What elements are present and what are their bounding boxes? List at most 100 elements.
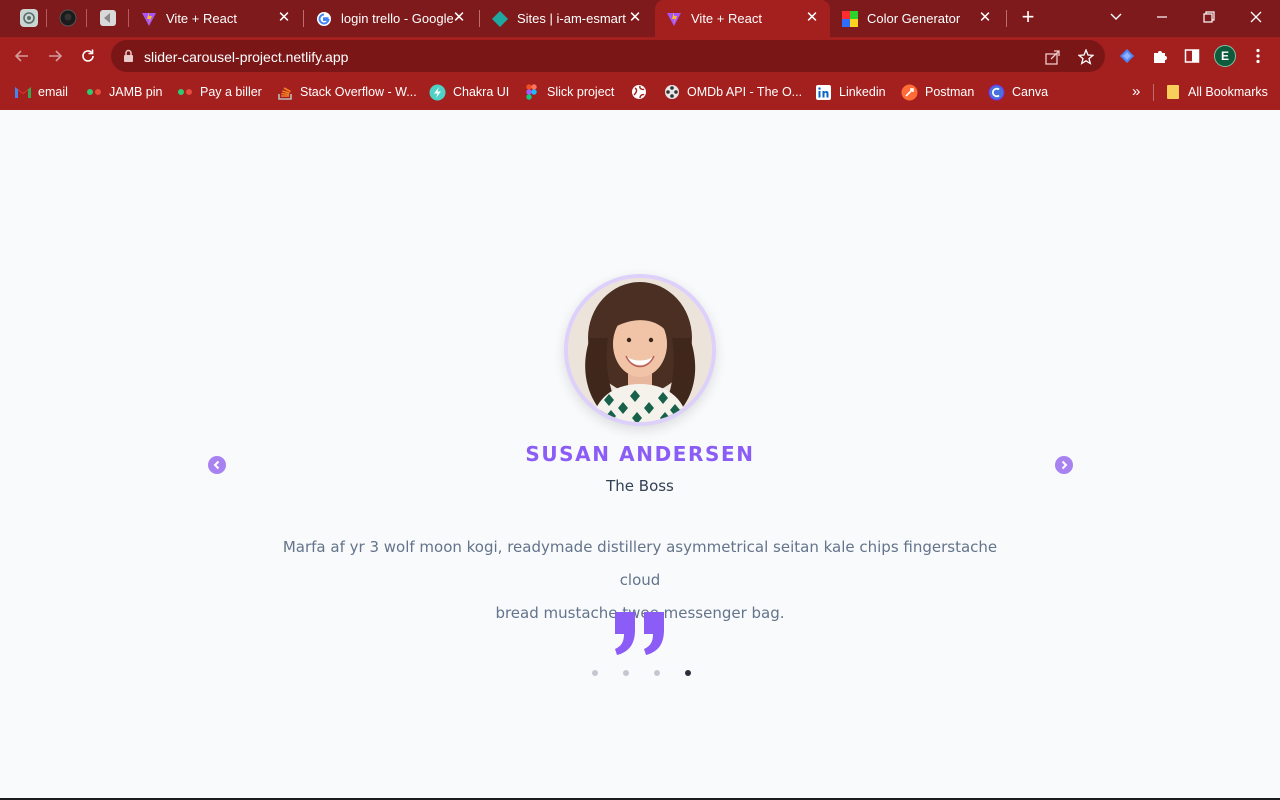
dots-icon (85, 84, 102, 101)
reload-icon (82, 49, 94, 62)
chatgpt-icon (20, 9, 38, 27)
person-name: SUSAN ANDERSEN (525, 442, 755, 466)
person-title: The Boss (606, 477, 674, 495)
reload-button[interactable] (76, 44, 100, 68)
minimize-icon (1157, 16, 1167, 18)
bookmark-chakra-ui[interactable]: Chakra UI (429, 82, 509, 102)
person-image (564, 274, 716, 426)
figma-icon (523, 84, 540, 101)
side-panel-button[interactable] (1182, 46, 1202, 66)
tab-color-generator[interactable]: Color Generator ✕ (831, 0, 1003, 37)
tab-title: login trello - Google (341, 11, 453, 26)
new-tab-button[interactable]: + (1016, 6, 1040, 30)
share-icon (1045, 50, 1060, 65)
bookmark-label: Stack Overflow - W... (300, 85, 417, 99)
tab-separator (1006, 10, 1007, 27)
bookmark-omdb-api[interactable]: OMDb API - The O... (663, 82, 802, 102)
tab-strip: Vite + React ✕ login trello - Google ✕ S… (0, 0, 1280, 37)
bookmark-globe[interactable] (630, 82, 654, 102)
bookmark-label: Postman (925, 85, 975, 99)
canva-icon (988, 84, 1005, 101)
pinned-tab-app[interactable] (93, 6, 123, 30)
dots-icon (176, 84, 193, 101)
bookmark-postman[interactable]: Postman (901, 82, 974, 102)
gmail-icon (14, 84, 31, 101)
tab-separator (46, 9, 47, 27)
address-bar[interactable]: slider-carousel-project.netlify.app (111, 40, 1105, 72)
slide-dot-1[interactable] (592, 670, 598, 676)
quote-icon (615, 612, 664, 655)
bookmark-stack-overflow[interactable]: Stack Overflow - W... (276, 82, 417, 102)
url-text[interactable]: slider-carousel-project.netlify.app (144, 49, 348, 65)
slide-dot-4[interactable] (685, 670, 691, 676)
close-tab-icon[interactable]: ✕ (804, 10, 820, 26)
back-button[interactable] (10, 44, 34, 68)
bookmark-label: Chakra UI (453, 85, 510, 99)
pinned-tab-github[interactable] (53, 6, 83, 30)
tab-vite-react-1[interactable]: Vite + React ✕ (130, 0, 302, 37)
tab-search-button[interactable] (1103, 5, 1129, 29)
bookmark-star-button[interactable] (1077, 48, 1095, 66)
chrome-menu-button[interactable] (1248, 46, 1268, 66)
tab-separator (479, 10, 480, 27)
bookmark-label: JAMB pin (109, 85, 163, 99)
app-icon (100, 10, 116, 26)
bookmark-jamb-pin[interactable]: JAMB pin (85, 82, 163, 102)
tab-sites-netlify[interactable]: Sites | i-am-esmart | ✕ (481, 0, 653, 37)
close-tab-icon[interactable]: ✕ (627, 10, 643, 26)
slide-dot-2[interactable] (623, 670, 629, 676)
share-button[interactable] (1044, 48, 1062, 66)
next-slide-button[interactable] (1055, 456, 1073, 474)
restore-button[interactable] (1196, 5, 1222, 29)
extensions-menu-button[interactable] (1150, 46, 1170, 66)
bookmark-label: email (38, 85, 68, 99)
color-grid-icon (841, 10, 859, 28)
slider-page: SUSAN ANDERSEN The Boss Marfa af yr 3 wo… (0, 110, 1280, 798)
lock-icon[interactable] (123, 49, 134, 63)
bookmark-slick-project[interactable]: Slick project (523, 82, 614, 102)
minimize-button[interactable] (1149, 5, 1175, 29)
tab-title: Vite + React (691, 11, 762, 26)
bookmark-label: Slick project (547, 85, 615, 99)
star-icon (1078, 49, 1094, 65)
chevron-right-icon (1061, 460, 1068, 470)
close-tab-icon[interactable]: ✕ (451, 10, 467, 26)
vite-icon (140, 10, 158, 28)
vite-icon (665, 10, 683, 28)
restore-icon (1203, 11, 1215, 23)
tab-separator (128, 9, 129, 27)
prev-slide-button[interactable] (208, 456, 226, 474)
extension-button[interactable] (1117, 46, 1137, 66)
stackoverflow-icon (276, 84, 293, 101)
side-panel-icon (1184, 49, 1200, 63)
forward-button[interactable] (43, 44, 67, 68)
bookmark-label: OMDb API - The O... (687, 85, 803, 99)
slide-indicators (588, 667, 694, 679)
extension-shield-icon (1120, 49, 1134, 63)
tab-login-trello[interactable]: login trello - Google ✕ (305, 0, 477, 37)
slide-dot-3[interactable] (654, 670, 660, 676)
close-tab-icon[interactable]: ✕ (977, 10, 993, 26)
plus-icon: + (1021, 4, 1035, 29)
close-tab-icon[interactable]: ✕ (276, 10, 292, 26)
bookmark-canva[interactable]: Canva (988, 82, 1048, 102)
bookmark-linkedin[interactable]: Linkedin (815, 82, 886, 102)
arrow-left-icon (14, 50, 28, 62)
bookmarks-bar: email JAMB pin Pay a biller Stack Overfl… (0, 75, 1280, 110)
tab-title: Color Generator (867, 11, 961, 26)
postman-icon (901, 84, 918, 101)
all-bookmarks-folder[interactable]: All Bookmarks (1164, 82, 1268, 102)
tab-title: Vite + React (166, 11, 237, 26)
globe-icon (630, 84, 647, 101)
close-window-button[interactable] (1243, 5, 1269, 29)
bookmark-email[interactable]: email (14, 82, 68, 102)
more-bookmarks-button[interactable]: » (1132, 83, 1140, 100)
folder-icon (1164, 84, 1181, 101)
profile-avatar[interactable]: E (1214, 45, 1236, 67)
tab-separator (86, 9, 87, 27)
pinned-tab-chatgpt[interactable] (14, 6, 44, 30)
tab-vite-react-active[interactable]: Vite + React ✕ (655, 0, 830, 37)
bookmark-label: Linkedin (839, 85, 886, 99)
puzzle-icon (1154, 51, 1167, 63)
bookmark-pay-biller[interactable]: Pay a biller (176, 82, 262, 102)
